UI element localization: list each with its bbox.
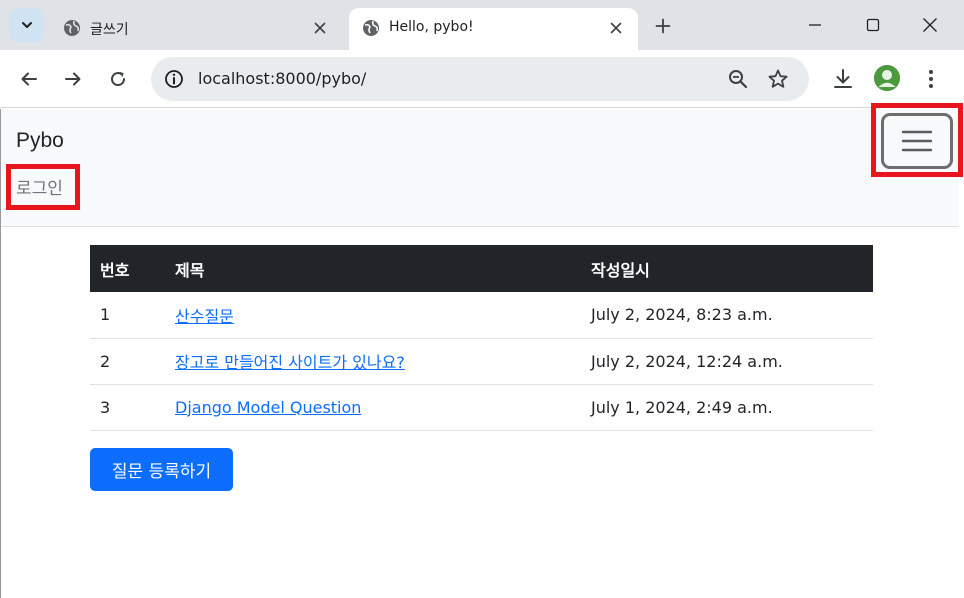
site-navbar: Pybo 로그인 xyxy=(1,103,963,227)
bookmark-star-icon[interactable] xyxy=(767,68,789,90)
tab-hello-pybo[interactable]: Hello, pybo! xyxy=(349,8,638,50)
row-subject-cell: Django Model Question xyxy=(165,384,581,431)
row-created: July 1, 2024, 2:49 a.m. xyxy=(581,384,873,431)
profile-avatar-icon[interactable] xyxy=(874,65,900,91)
address-bar[interactable]: localhost:8000/pybo/ xyxy=(151,57,809,101)
browser-toolbar: localhost:8000/pybo/ xyxy=(0,50,964,108)
navbar-brand[interactable]: Pybo xyxy=(16,129,64,153)
table-row: 2 장고로 만들어진 사이트가 있나요? July 2, 2024, 12:24… xyxy=(90,338,873,385)
table-row: 1 산수질문 July 2, 2024, 8:23 a.m. xyxy=(90,292,873,339)
globe-icon xyxy=(361,18,381,38)
row-subject-cell: 산수질문 xyxy=(165,292,581,339)
tab-title: 글쓰기 xyxy=(90,22,129,38)
row-subject-cell: 장고로 만들어진 사이트가 있나요? xyxy=(165,338,581,385)
row-number: 3 xyxy=(90,384,165,431)
row-created: July 2, 2024, 12:24 a.m. xyxy=(581,338,873,385)
question-link[interactable]: Django Model Question xyxy=(175,398,361,417)
close-icon xyxy=(922,17,938,33)
header-number: 번호 xyxy=(90,245,165,292)
tab-title: Hello, pybo! xyxy=(389,19,474,35)
kebab-menu-icon[interactable] xyxy=(921,67,941,91)
row-number: 2 xyxy=(90,338,165,385)
register-question-button[interactable]: 질문 등록하기 xyxy=(90,448,233,491)
globe-icon xyxy=(62,18,82,38)
tab-write[interactable]: 글쓰기 xyxy=(50,8,342,50)
header-created: 작성일시 xyxy=(581,245,873,292)
reload-icon xyxy=(109,70,127,88)
close-icon[interactable] xyxy=(606,18,626,38)
window-close-button[interactable] xyxy=(918,13,942,37)
browser-tab-strip: 글쓰기 Hello, pybo! xyxy=(0,0,964,50)
zoom-out-icon[interactable] xyxy=(727,68,749,90)
plus-icon xyxy=(655,18,671,34)
back-button[interactable] xyxy=(17,67,41,91)
toggler-highlight-box xyxy=(871,103,963,177)
reload-button[interactable] xyxy=(106,67,130,91)
download-icon[interactable] xyxy=(831,67,855,91)
question-table: 번호 제목 작성일시 1 산수질문 July 2, 2024, 8:23 a.m… xyxy=(90,245,873,431)
maximize-icon xyxy=(866,18,880,32)
minimize-icon xyxy=(808,18,822,32)
close-icon[interactable] xyxy=(310,18,330,38)
arrow-left-icon xyxy=(20,70,38,88)
question-link[interactable]: 산수질문 xyxy=(175,307,234,326)
row-number: 1 xyxy=(90,292,165,339)
tab-search-button[interactable] xyxy=(9,8,44,42)
minimize-button[interactable] xyxy=(803,13,827,37)
url-text[interactable]: localhost:8000/pybo/ xyxy=(198,69,366,88)
forward-button[interactable] xyxy=(61,67,85,91)
login-highlight-box xyxy=(6,164,80,210)
header-subject: 제목 xyxy=(165,245,581,292)
new-tab-button[interactable] xyxy=(652,15,674,37)
table-row: 3 Django Model Question July 1, 2024, 2:… xyxy=(90,384,873,431)
chevron-down-icon xyxy=(20,18,34,32)
arrow-right-icon xyxy=(64,70,82,88)
table-header-row: 번호 제목 작성일시 xyxy=(90,245,873,292)
site-info-icon[interactable] xyxy=(163,68,185,90)
maximize-button[interactable] xyxy=(861,13,885,37)
page-viewport: Pybo 로그인 번호 제목 작성일시 1 산수질문 July 2, 2024,… xyxy=(0,103,964,598)
row-created: July 2, 2024, 8:23 a.m. xyxy=(581,292,873,339)
question-link[interactable]: 장고로 만들어진 사이트가 있나요? xyxy=(175,353,405,372)
